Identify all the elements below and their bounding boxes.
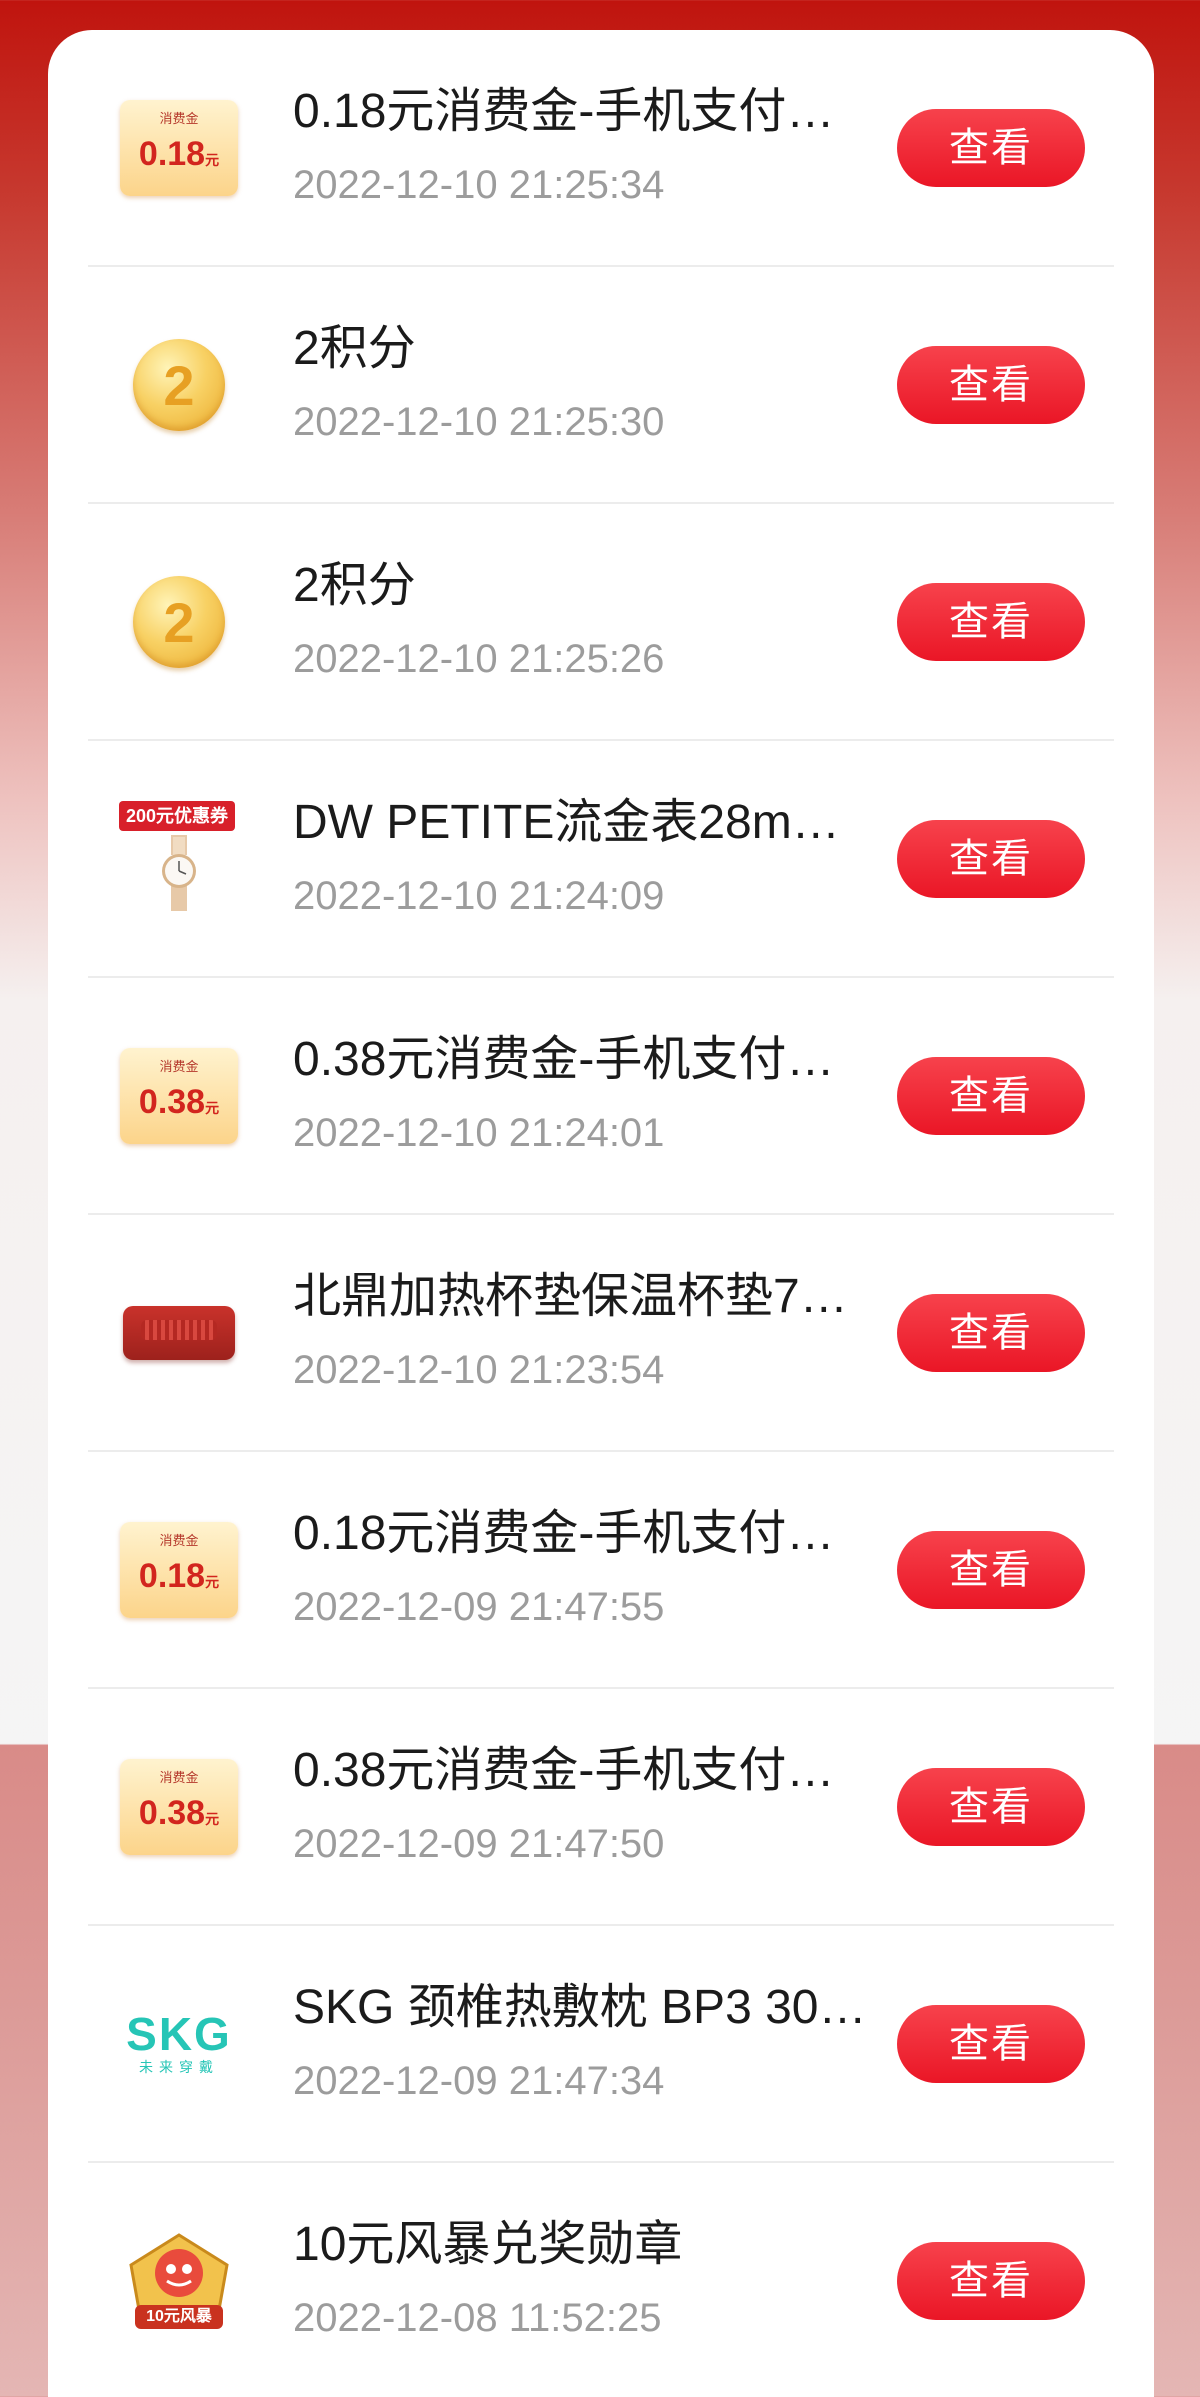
coupon-unit: 元 — [205, 1811, 220, 1827]
list-item: 2 2积分 2022-12-10 21:25:26 查看 — [88, 504, 1114, 741]
view-button[interactable]: 查看 — [897, 1057, 1085, 1135]
view-button[interactable]: 查看 — [897, 2005, 1085, 2083]
view-button[interactable]: 查看 — [897, 346, 1085, 424]
item-title: 10元风暴兑奖勋章 — [293, 2218, 683, 2271]
view-button[interactable]: 查看 — [897, 1531, 1085, 1609]
prize-record-list: 消费金 0.18元 0.18元消费金-手机支付… 2022-12-10 21:2… — [48, 30, 1154, 2397]
coupon-unit: 元 — [205, 1100, 220, 1116]
view-button[interactable]: 查看 — [897, 1294, 1085, 1372]
coupon-value: 0.38 — [138, 1794, 206, 1832]
item-title: 2积分 — [293, 559, 416, 612]
view-button[interactable]: 查看 — [897, 583, 1085, 661]
item-time: 2022-12-10 21:25:30 — [293, 400, 665, 444]
item-time: 2022-12-10 21:25:26 — [293, 637, 665, 681]
item-time: 2022-12-08 11:52:25 — [293, 2296, 662, 2340]
list-item: 消费金 0.38元 0.38元消费金-手机支付… 2022-12-10 21:2… — [88, 978, 1114, 1215]
cup-warmer-product-icon — [116, 1275, 242, 1391]
coupon-label: 消费金 — [159, 1770, 199, 1785]
item-time: 2022-12-10 21:24:01 — [293, 1111, 665, 1155]
item-time: 2022-12-10 21:23:54 — [293, 1348, 665, 1392]
coupon-label: 消费金 — [159, 1059, 199, 1074]
consumer-gold-coupon-icon: 消费金 0.38元 — [116, 1038, 242, 1154]
item-title: DW PETITE流金表28m… — [293, 796, 840, 849]
view-button[interactable]: 查看 — [897, 2242, 1085, 2320]
item-title: 2积分 — [293, 322, 416, 375]
list-item: 北鼎加热杯垫保温杯垫7… 2022-12-10 21:23:54 查看 — [88, 1215, 1114, 1452]
coupon-unit: 元 — [205, 152, 220, 168]
item-time: 2022-12-10 21:25:34 — [293, 163, 665, 207]
consumer-gold-coupon-icon: 消费金 0.18元 — [116, 90, 242, 206]
item-time: 2022-12-10 21:24:09 — [293, 874, 665, 918]
item-time: 2022-12-09 21:47:50 — [293, 1822, 665, 1866]
view-button[interactable]: 查看 — [897, 109, 1085, 187]
list-item: SKG 未来穿戴 SKG 颈椎热敷枕 BP3 30… 2022-12-09 21… — [88, 1926, 1114, 2163]
consumer-gold-coupon-icon: 消费金 0.38元 — [116, 1749, 242, 1865]
watch-icon — [162, 835, 196, 911]
list-item: 消费金 0.18元 0.18元消费金-手机支付… 2022-12-10 21:2… — [88, 30, 1114, 267]
item-title: 0.38元消费金-手机支付… — [293, 1033, 835, 1086]
view-button[interactable]: 查看 — [897, 1768, 1085, 1846]
item-title: 0.38元消费金-手机支付… — [293, 1744, 835, 1797]
list-item: 消费金 0.18元 0.18元消费金-手机支付… 2022-12-09 21:4… — [88, 1452, 1114, 1689]
points-coin-icon: 2 — [116, 564, 242, 680]
item-title: 北鼎加热杯垫保温杯垫7… — [293, 1270, 848, 1323]
coupon-label: 消费金 — [159, 111, 199, 126]
list-item: 消费金 0.38元 0.38元消费金-手机支付… 2022-12-09 21:4… — [88, 1689, 1114, 1926]
item-title: 0.18元消费金-手机支付… — [293, 85, 835, 138]
list-item: 2 2积分 2022-12-10 21:25:30 查看 — [88, 267, 1114, 504]
skg-logo-icon: SKG 未来穿戴 — [116, 1986, 242, 2102]
coin-text: 2 — [133, 576, 225, 668]
medal-text: 10元风暴 — [146, 2308, 212, 2325]
list-item: 10元风暴 10元风暴兑奖勋章 2022-12-08 11:52:25 查看 — [88, 2163, 1114, 2397]
list-item: 200元优惠券 DW PETITE流金表28m… 2022-12-10 21:2… — [88, 741, 1114, 978]
item-title: 0.18元消费金-手机支付… — [293, 1507, 835, 1560]
watch-product-icon: 200元优惠券 — [116, 801, 242, 917]
item-title: SKG 颈椎热敷枕 BP3 30… — [293, 1981, 867, 2034]
coupon-value: 0.18 — [138, 1557, 206, 1595]
skg-logo-main: SKG — [126, 2008, 232, 2060]
storm-medal-icon: 10元风暴 — [116, 2223, 242, 2339]
points-coin-icon: 2 — [116, 327, 242, 443]
item-time: 2022-12-09 21:47:55 — [293, 1585, 665, 1629]
coupon-label: 消费金 — [159, 1533, 199, 1548]
coupon-value: 0.38 — [138, 1083, 206, 1121]
view-button[interactable]: 查看 — [897, 820, 1085, 898]
skg-logo-sub: 未来穿戴 — [139, 2059, 219, 2075]
item-time: 2022-12-09 21:47:34 — [293, 2059, 665, 2103]
consumer-gold-coupon-icon: 消费金 0.18元 — [116, 1512, 242, 1628]
coupon-unit: 元 — [205, 1574, 220, 1590]
coin-text: 2 — [133, 339, 225, 431]
coupon-value: 0.18 — [138, 135, 206, 173]
